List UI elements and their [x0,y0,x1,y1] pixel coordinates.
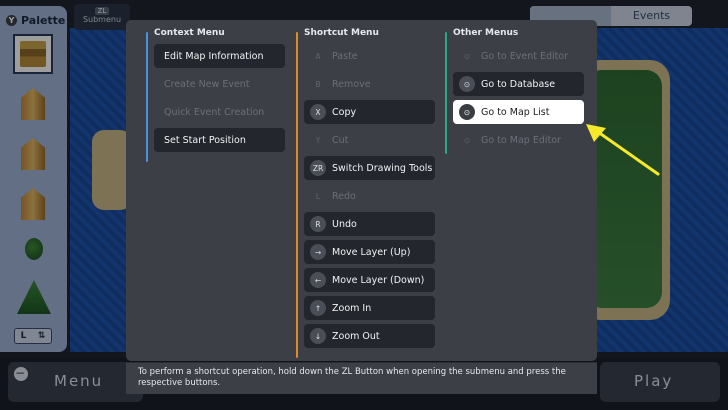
column-title: Context Menu [154,28,225,38]
shortcut-switch-drawing-tools[interactable]: ZR Switch Drawing Tools [304,156,435,180]
shortcut-zoom-out[interactable]: ↓ Zoom Out [304,324,435,348]
menu-item-label: Edit Map Information [164,50,264,62]
menu-item-label: Copy [332,106,357,118]
r-button-icon: R [310,216,326,232]
menu-item-label: Move Layer (Up) [332,246,411,258]
menu-item-label: Move Layer (Down) [332,274,425,286]
shortcut-undo[interactable]: R Undo [304,212,435,236]
menu-item-label: Undo [332,218,357,230]
menu-item-label: Zoom Out [332,330,380,342]
menu-item-create-new-event: Create New Event [154,72,285,96]
submenu-dialog: Context Menu Edit Map Information Create… [126,20,597,361]
x-button-icon: X [310,104,326,120]
shortcut-copy[interactable]: X Copy [304,100,435,124]
menu-item-label: Remove [332,78,371,90]
menu-item-quick-event-creation: Quick Event Creation [154,100,285,124]
dpad-left-icon: ← [310,272,326,288]
zr-button-icon: ZR [310,160,326,176]
menu-item-label: Quick Event Creation [164,106,265,118]
column-accent-bar [146,32,148,162]
map-editor-icon: ⊙ [463,135,471,145]
menu-item-label: Set Start Position [164,134,246,146]
menu-item-label: Go to Database [481,78,556,90]
database-icon: ⊙ [459,76,475,92]
menu-item-label: Redo [332,190,356,202]
menu-item-label: Cut [332,134,349,146]
menu-item-go-to-map-list[interactable]: ⊙ Go to Map List [453,100,584,124]
shortcut-paste: A Paste [304,44,435,68]
dpad-right-icon: → [310,244,326,260]
column-accent-bar [445,32,447,154]
y-button-icon: Y [315,135,321,145]
shortcut-move-layer-down[interactable]: ← Move Layer (Down) [304,268,435,292]
a-button-icon: A [315,51,321,61]
menu-item-go-to-event-editor: ⊙ Go to Event Editor [453,44,584,68]
column-title: Shortcut Menu [304,28,379,38]
l-button-icon: L [315,191,321,201]
annotation-arrow-icon [586,124,660,176]
menu-item-label: Create New Event [164,78,250,90]
menu-item-edit-map-information[interactable]: Edit Map Information [154,44,285,68]
shortcut-cut: Y Cut [304,128,435,152]
menu-item-label: Go to Map Editor [481,134,561,146]
shortcut-zoom-in[interactable]: ↑ Zoom In [304,296,435,320]
menu-item-go-to-map-editor: ⊙ Go to Map Editor [453,128,584,152]
menu-item-label: Go to Map List [481,106,550,118]
menu-item-label: Go to Event Editor [481,50,569,62]
column-accent-bar [296,32,298,358]
menu-item-label: Switch Drawing Tools [332,162,433,174]
shortcut-redo: L Redo [304,184,435,208]
shortcut-remove: B Remove [304,72,435,96]
menu-item-label: Paste [332,50,358,62]
menu-item-label: Zoom In [332,302,372,314]
dialog-help-text: To perform a shortcut operation, hold do… [126,362,597,394]
dpad-up-icon: ↑ [310,300,326,316]
event-editor-icon: ⊙ [463,51,471,61]
b-button-icon: B [315,79,321,89]
shortcut-move-layer-up[interactable]: → Move Layer (Up) [304,240,435,264]
menu-item-go-to-database[interactable]: ⊙ Go to Database [453,72,584,96]
map-list-icon: ⊙ [459,104,475,120]
dpad-down-icon: ↓ [310,328,326,344]
column-title: Other Menus [453,28,519,38]
menu-item-set-start-position[interactable]: Set Start Position [154,128,285,152]
